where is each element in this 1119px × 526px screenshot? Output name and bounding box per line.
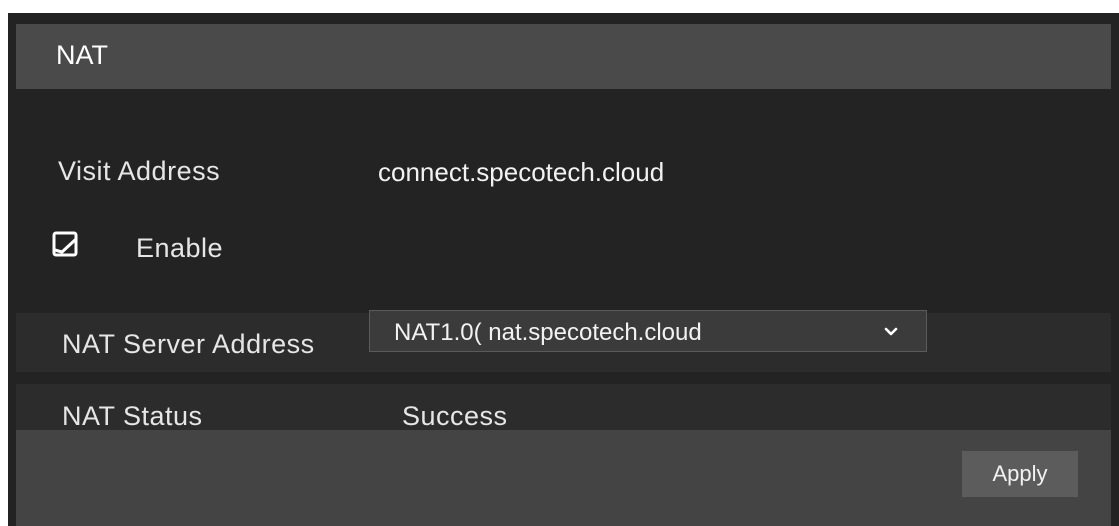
footer-bar: Apply: [16, 430, 1111, 526]
nat-server-selected-value: NAT1.0( nat.specotech.cloud: [394, 319, 702, 346]
visit-address-value: connect.specotech.cloud: [378, 157, 665, 187]
section-title: NAT: [56, 40, 108, 70]
chevron-down-icon: [884, 327, 898, 336]
enable-label: Enable: [136, 233, 224, 263]
nat-status-value: Success: [402, 401, 508, 431]
enable-checkbox[interactable]: [52, 231, 78, 257]
nat-server-select[interactable]: NAT1.0( nat.specotech.cloud: [369, 310, 927, 352]
apply-button[interactable]: Apply: [962, 451, 1078, 497]
visit-address-label: Visit Address: [58, 156, 221, 186]
nat-server-label: NAT Server Address: [62, 329, 315, 359]
section-header: NAT: [16, 24, 1111, 89]
check-icon: [53, 238, 77, 254]
nat-status-label: NAT Status: [62, 401, 203, 431]
